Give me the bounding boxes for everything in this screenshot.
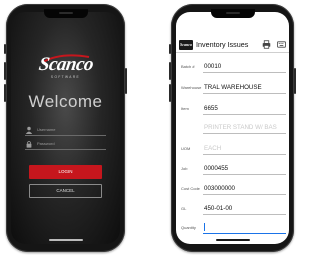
warehouse-input[interactable]: TRAL WAREHOUSE [203,82,286,94]
power-button [294,68,296,94]
cost-code-row: Cost Code 003000000 [176,178,289,199]
quantity-row: Quantity [176,217,289,238]
item-description: PRINTER STAND W/ BAS [203,122,286,134]
item-row: Item 6655 [176,98,289,119]
keyboard-icon[interactable] [277,40,286,49]
login-phone-frame: Scanco SOFTWARE Welcome Username Passwor… [4,4,127,252]
quantity-input[interactable] [203,222,286,234]
username-field[interactable]: Username [25,124,106,136]
field-label: UOM [181,146,191,151]
volume-up-button [169,62,171,80]
warehouse-row: Warehouse TRAL WAREHOUSE [176,77,289,98]
item-input[interactable]: 6655 [203,103,286,115]
batch-row: Batch # 00010 [176,56,289,77]
notch [43,9,88,18]
scanco-logo: Scanco SOFTWARE [11,54,120,79]
uom-value: EACH [203,143,286,155]
gl-input[interactable]: 450-01-00 [203,203,286,215]
user-icon [25,126,33,134]
field-label: Quantity [181,225,196,230]
lock-icon [26,140,32,148]
field-label: Item [181,106,189,111]
login-button[interactable]: LOGIN [29,165,102,179]
app-logo-text: Scanco [180,42,192,47]
power-button [125,68,127,94]
notch [210,9,255,18]
mute-switch [4,44,6,54]
password-field[interactable]: Password [25,138,106,150]
inventory-issues-screen: Scanco Inventory Issues Batch # 00010 Wa… [176,12,289,244]
field-label: Job [181,166,188,171]
password-placeholder: Password [37,141,55,146]
cost-code-input[interactable]: 003000000 [203,183,286,195]
speaker-grille [225,12,240,14]
job-row: Job 0000455 [176,158,289,179]
volume-down-button [4,84,6,102]
username-placeholder: Username [37,127,56,132]
welcome-heading: Welcome [28,92,103,111]
page-title: Inventory Issues [196,40,249,49]
text-cursor [204,222,205,231]
item-description-row: PRINTER STAND W/ BAS [176,117,289,138]
mute-switch [169,44,171,54]
field-label: Batch # [181,64,195,69]
field-label: GL [181,206,187,211]
uom-row: UOM EACH [176,138,289,159]
speaker-grille [58,12,73,14]
field-label: Warehouse [181,85,202,90]
inventory-phone-frame: Scanco Inventory Issues Batch # 00010 Wa… [169,4,296,252]
cancel-button[interactable]: CANCEL [29,184,102,198]
job-input[interactable]: 0000455 [203,163,286,175]
login-screen: Scanco SOFTWARE Welcome Username Passwor… [11,12,120,244]
print-icon[interactable] [262,40,271,49]
app-logo: Scanco [179,39,193,50]
home-indicator[interactable] [215,239,250,241]
batch-input[interactable]: 00010 [203,61,286,73]
logo-wordmark: Scanco [37,54,95,75]
volume-down-button [169,84,171,102]
volume-up-button [4,62,6,80]
app-header: Scanco Inventory Issues [176,37,289,53]
gl-row: GL 450-01-00 [176,198,289,219]
field-label: Cost Code [181,186,200,191]
home-indicator[interactable] [48,239,83,241]
